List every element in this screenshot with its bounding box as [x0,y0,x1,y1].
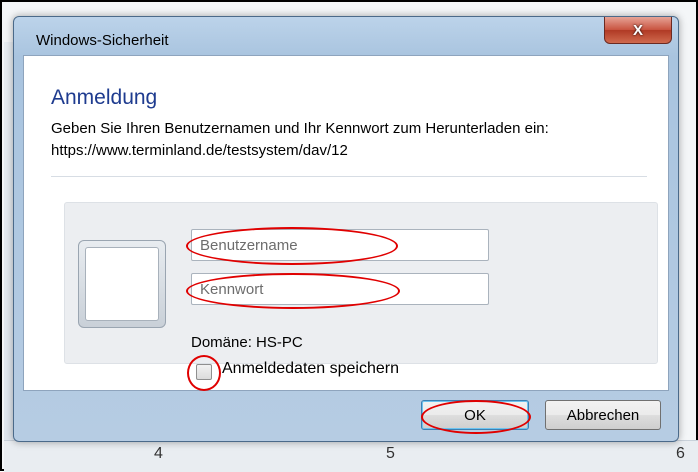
user-tile-icon [78,240,166,328]
password-field[interactable] [191,273,489,305]
credential-panel: Domäne: HS-PC Anmeldedaten speichern [64,202,658,391]
cancel-button-label: Abbrechen [566,406,640,424]
divider [51,176,647,177]
ok-button[interactable]: OK [421,400,529,430]
background-number: 4 [154,445,163,462]
username-field[interactable] [191,229,489,261]
page-title: Anmeldung [51,86,158,109]
background-number: 6 [676,445,685,462]
close-icon: X [632,21,643,39]
user-tile-picture [85,247,159,321]
remember-credentials-checkbox[interactable] [196,364,212,380]
remember-credentials-label[interactable]: Anmeldedaten speichern [222,360,399,378]
dialog-description: Geben Sie Ihren Benutzernamen und Ihr Ke… [51,120,549,159]
ok-button-label: OK [464,406,486,424]
security-dialog: Windows-Sicherheit X Anmeldung Geben Sie… [13,16,679,442]
background-app-bottom: 4 5 6 [4,440,698,472]
dialog-content: Anmeldung Geben Sie Ihren Benutzernamen … [23,55,669,391]
window-title: Windows-Sicherheit [36,32,169,49]
cancel-button[interactable]: Abbrechen [545,400,661,430]
close-button[interactable]: X [604,17,672,44]
domain-label: Domäne: HS-PC [191,334,303,351]
background-number: 5 [386,445,395,462]
dialog-footer: OK Abbrechen [23,390,669,438]
